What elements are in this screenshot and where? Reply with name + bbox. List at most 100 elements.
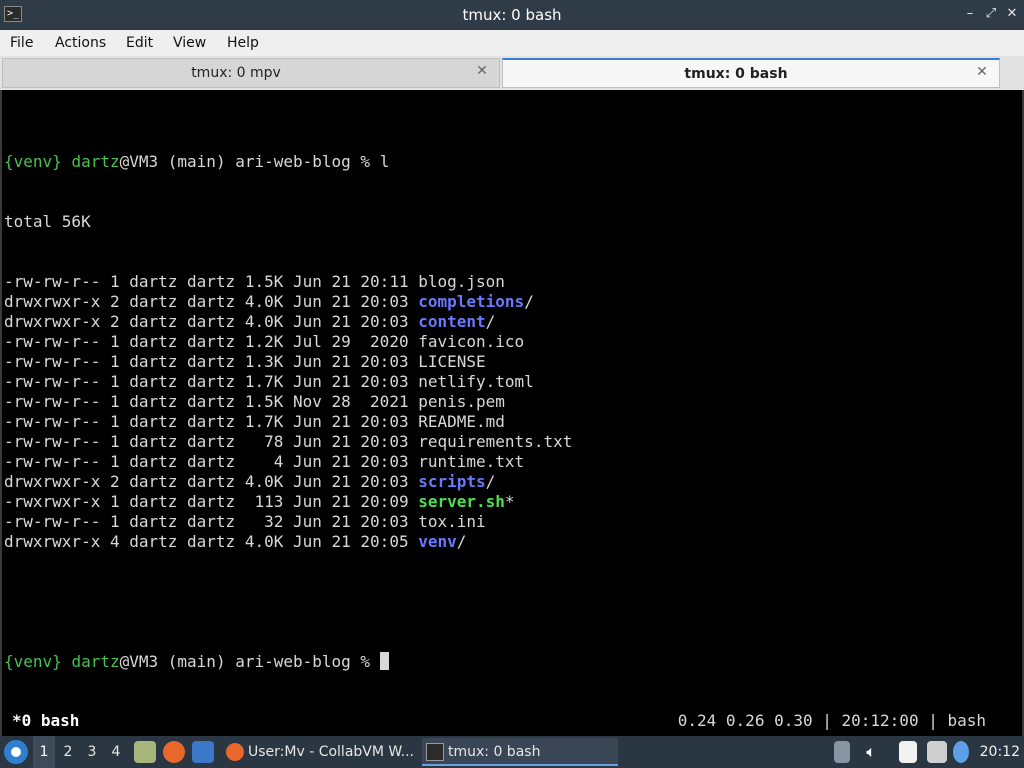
- file-name: completions: [418, 292, 525, 311]
- menu-view[interactable]: View: [173, 30, 206, 56]
- lxqt-start-icon[interactable]: [4, 740, 28, 764]
- tab-mpv[interactable]: tmux: 0 mpv ✕: [2, 58, 500, 88]
- menu-actions[interactable]: Actions: [55, 30, 106, 56]
- prompt-user: dartz: [71, 652, 120, 671]
- file-name: requirements.txt: [418, 432, 573, 451]
- clock[interactable]: 20:12: [980, 736, 1020, 768]
- tab-bar: tmux: 0 mpv ✕ tmux: 0 bash ✕: [0, 56, 1024, 90]
- file-meta: -rw-rw-r-- 1 dartz dartz 1.2K Jul 29 202…: [4, 332, 419, 351]
- file-manager-icon[interactable]: [134, 741, 156, 763]
- file-suffix: /: [524, 292, 534, 311]
- listing-row: -rw-rw-r-- 1 dartz dartz 1.7K Jun 21 20:…: [4, 412, 572, 432]
- listing-row: drwxrwxr-x 2 dartz dartz 4.0K Jun 21 20:…: [4, 292, 572, 312]
- file-meta: -rwxrwxr-x 1 dartz dartz 113 Jun 21 20:0…: [4, 492, 419, 511]
- file-meta: -rw-rw-r-- 1 dartz dartz 78 Jun 21 20:03: [4, 432, 419, 451]
- workspace-1[interactable]: 1: [33, 736, 55, 768]
- terminal-area[interactable]: {venv} dartz@VM3 (main) ari-web-blog % l…: [0, 90, 1024, 736]
- file-suffix: *: [504, 492, 515, 511]
- network-icon[interactable]: [927, 741, 947, 763]
- listing-row: -rw-rw-r-- 1 dartz dartz 1.3K Jun 21 20:…: [4, 352, 572, 372]
- volume-icon[interactable]: 🔈︎: [862, 741, 880, 763]
- minimize-button[interactable]: –: [962, 6, 978, 22]
- terminal-output: {venv} dartz@VM3 (main) ari-web-blog % l…: [4, 112, 572, 712]
- file-meta: -rw-rw-r-- 1 dartz dartz 1.7K Jun 21 20:…: [4, 412, 419, 431]
- upload-icon[interactable]: [834, 741, 850, 763]
- task-label: tmux: 0 bash: [448, 744, 541, 760]
- firefox-icon: [226, 743, 244, 761]
- file-name: blog.json: [418, 272, 505, 291]
- text-cursor: [379, 652, 389, 670]
- clipboard-icon[interactable]: [899, 741, 917, 763]
- close-window-button[interactable]: ✕: [1004, 6, 1020, 22]
- taskbar: 1 2 3 4 User:Mv - CollabVM W... tmux: 0 …: [0, 736, 1024, 768]
- file-meta: -rw-rw-r-- 1 dartz dartz 1.3K Jun 21 20:…: [4, 352, 419, 371]
- listing-row: -rwxrwxr-x 1 dartz dartz 113 Jun 21 20:0…: [4, 492, 572, 512]
- listing: -rw-rw-r-- 1 dartz dartz 1.5K Jun 21 20:…: [4, 272, 572, 552]
- file-meta: -rw-rw-r-- 1 dartz dartz 1.5K Nov 28 202…: [4, 392, 419, 411]
- task-terminal[interactable]: tmux: 0 bash: [422, 738, 618, 766]
- window-title: tmux: 0 bash: [462, 6, 562, 24]
- listing-row: -rw-rw-r-- 1 dartz dartz 1.7K Jun 21 20:…: [4, 372, 572, 392]
- prompt-user: dartz: [71, 152, 120, 171]
- listing-row: -rw-rw-r-- 1 dartz dartz 1.2K Jul 29 202…: [4, 332, 572, 352]
- tab-label: tmux: 0 mpv: [191, 65, 281, 81]
- file-meta: drwxrwxr-x 2 dartz dartz 4.0K Jun 21 20:…: [4, 312, 419, 331]
- menu-help[interactable]: Help: [227, 30, 259, 56]
- close-icon[interactable]: ✕: [475, 64, 489, 78]
- menu-bar: File Actions Edit View Help: [0, 30, 1024, 56]
- tab-label: tmux: 0 bash: [684, 66, 788, 82]
- file-name: penis.pem: [418, 392, 505, 411]
- maximize-button[interactable]: ⤢: [983, 6, 999, 22]
- close-icon[interactable]: ✕: [975, 65, 989, 79]
- listing-row: -rw-rw-r-- 1 dartz dartz 1.5K Nov 28 202…: [4, 392, 572, 412]
- tmux-status-right: 0.24 0.26 0.30 | 20:12:00 | bash: [677, 711, 986, 730]
- task-firefox[interactable]: User:Mv - CollabVM W...: [222, 738, 418, 766]
- file-name: runtime.txt: [418, 452, 525, 471]
- file-suffix: /: [456, 532, 467, 551]
- terminal-icon: [426, 743, 444, 761]
- file-meta: drwxrwxr-x 2 dartz dartz 4.0K Jun 21 20:…: [4, 292, 419, 311]
- update-icon[interactable]: [953, 741, 969, 763]
- task-label: User:Mv - CollabVM W...: [248, 744, 414, 760]
- menu-edit[interactable]: Edit: [126, 30, 153, 56]
- file-name: content: [418, 312, 486, 331]
- window-titlebar: >_ tmux: 0 bash – ⤢ ✕: [0, 0, 1024, 30]
- total-line: total 56K: [4, 212, 91, 231]
- file-name: tox.ini: [418, 512, 486, 531]
- file-name: netlify.toml: [418, 372, 534, 391]
- file-suffix: /: [485, 312, 496, 331]
- prompt-host-path: @VM3 (main) ari-web-blog %: [119, 152, 380, 171]
- file-suffix: /: [485, 472, 496, 491]
- file-meta: -rw-rw-r-- 1 dartz dartz 32 Jun 21 20:03: [4, 512, 419, 531]
- workspace-2[interactable]: 2: [57, 736, 79, 768]
- file-meta: -rw-rw-r-- 1 dartz dartz 4 Jun 21 20:03: [4, 452, 419, 471]
- listing-row: drwxrwxr-x 2 dartz dartz 4.0K Jun 21 20:…: [4, 312, 572, 332]
- file-name: scripts: [418, 472, 486, 491]
- command-text: l: [379, 152, 390, 171]
- listing-row: drwxrwxr-x 2 dartz dartz 4.0K Jun 21 20:…: [4, 472, 572, 492]
- tmux-window-indicator[interactable]: *0 bash: [12, 710, 79, 732]
- file-meta: drwxrwxr-x 2 dartz dartz 4.0K Jun 21 20:…: [4, 472, 419, 491]
- file-meta: drwxrwxr-x 4 dartz dartz 4.0K Jun 21 20:…: [4, 532, 419, 551]
- listing-row: -rw-rw-r-- 1 dartz dartz 32 Jun 21 20:03…: [4, 512, 572, 532]
- prompt-line-current: {venv} dartz@VM3 (main) ari-web-blog %: [4, 652, 572, 672]
- workspace-3[interactable]: 3: [81, 736, 103, 768]
- file-name: LICENSE: [418, 352, 486, 371]
- file-name: README.md: [418, 412, 505, 431]
- prompt-line: {venv} dartz@VM3 (main) ari-web-blog % l: [4, 152, 572, 172]
- file-name: favicon.ico: [418, 332, 525, 351]
- file-name: venv: [418, 532, 457, 551]
- firefox-icon[interactable]: [163, 741, 185, 763]
- prompt-host-path: @VM3 (main) ari-web-blog %: [119, 652, 380, 671]
- listing-row: -rw-rw-r-- 1 dartz dartz 4 Jun 21 20:03 …: [4, 452, 572, 472]
- file-name: server.sh: [418, 492, 505, 511]
- listing-row: -rw-rw-r-- 1 dartz dartz 1.5K Jun 21 20:…: [4, 272, 572, 292]
- workspace-4[interactable]: 4: [105, 736, 127, 768]
- desktop-icon[interactable]: [192, 741, 214, 763]
- menu-file[interactable]: File: [10, 30, 33, 56]
- tab-bash[interactable]: tmux: 0 bash ✕: [502, 58, 1000, 88]
- listing-row: drwxrwxr-x 4 dartz dartz 4.0K Jun 21 20:…: [4, 532, 572, 552]
- file-meta: -rw-rw-r-- 1 dartz dartz 1.5K Jun 21 20:…: [4, 272, 419, 291]
- tmux-status-bar: *0 bash 0.24 0.26 0.30 | 20:12:00 | bash: [2, 710, 1022, 732]
